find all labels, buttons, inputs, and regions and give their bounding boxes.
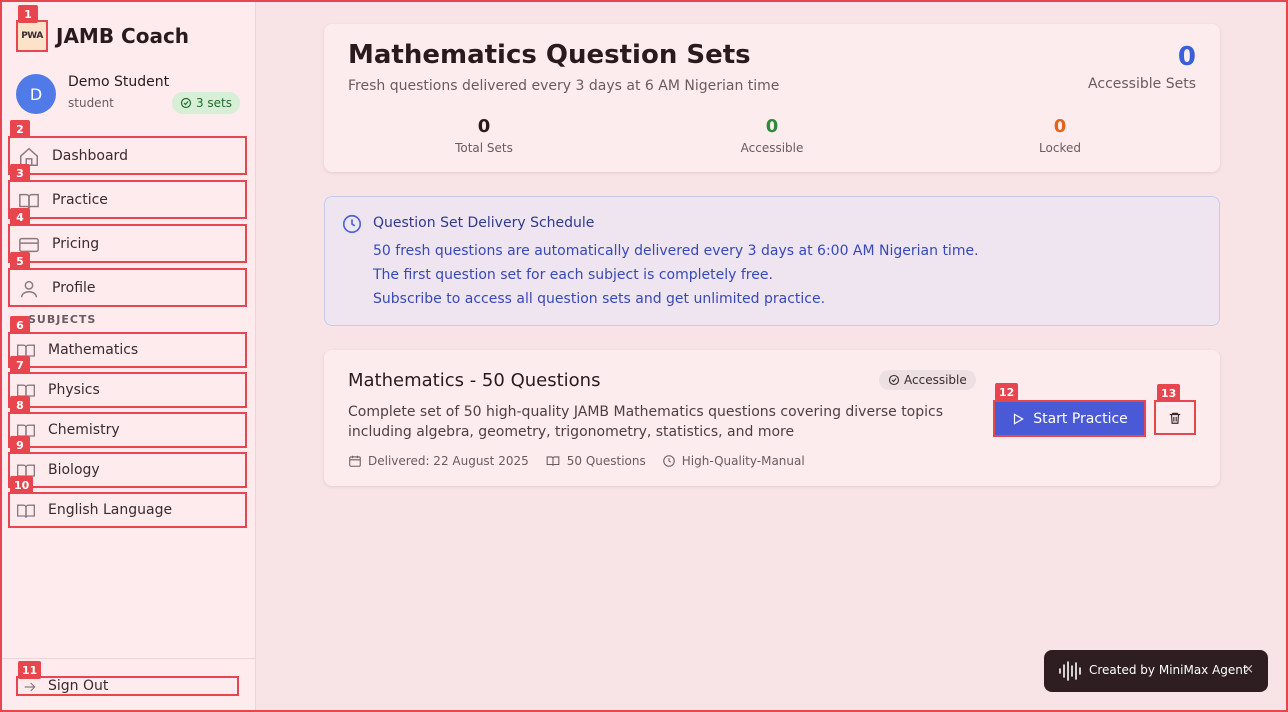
clock-icon [342,214,362,234]
calendar-icon [349,455,361,467]
info-line: Subscribe to access all question sets an… [373,291,826,307]
element-marker: 2 [10,120,30,138]
element-marker: 6 [10,316,30,334]
brand-logo-text: PWA [21,31,43,41]
delivered-date: Delivered: 22 August 2025 [348,454,529,468]
quality-tag-label: High-Quality-Manual [681,454,805,468]
page-title: Mathematics Question Sets [348,40,751,70]
avatar: D [16,74,56,114]
element-marker: 9 [10,436,30,454]
question-set-description: Complete set of 50 high-quality JAMB Mat… [348,404,944,440]
sidebar-item-label: Pricing [52,235,100,252]
subject-item-physics[interactable]: Physics [8,372,247,408]
accessible-badge-label: Accessible [904,373,967,387]
question-count: 50 Questions [545,454,646,468]
start-practice-button[interactable]: Start Practice [993,400,1146,437]
start-practice-label: Start Practice [1033,410,1128,427]
close-icon[interactable]: × [1243,662,1254,677]
question-count-label: 50 Questions [566,454,646,468]
book-icon [546,456,560,466]
sidebar-item-dashboard[interactable]: Dashboard [8,136,247,175]
subject-item-label: Biology [48,462,100,478]
check-circle-icon [888,374,900,386]
play-icon [1014,412,1025,425]
sidebar-divider [0,658,255,659]
brand-logo: PWA [16,20,48,52]
subject-item-label: Physics [48,382,100,398]
user-name: Demo Student [68,74,170,90]
element-marker: 8 [10,396,30,414]
subject-item-label: Chemistry [48,422,120,438]
trash-icon [1169,412,1181,424]
question-set-meta: Delivered: 22 August 2025 50 Questions H… [348,454,805,468]
accessible-sets-count: 0 [1177,42,1196,72]
stat-value: 0 [1053,116,1067,137]
sidebar-item-label: Practice [52,191,108,208]
question-set-title: Mathematics - 50 Questions [348,370,601,391]
user-role: student [68,96,114,110]
minimax-toast: Created by MiniMax Agent × [1044,650,1268,692]
quality-tag: High-Quality-Manual [662,454,805,468]
info-line: The first question set for each subject … [373,267,773,283]
subject-item-biology[interactable]: Biology [8,452,247,488]
subject-item-english-language[interactable]: English Language [8,492,247,528]
stat-value: 0 [477,116,491,137]
delete-button[interactable] [1154,400,1196,435]
subject-item-chemistry[interactable]: Chemistry [8,412,247,448]
element-marker: 5 [10,252,30,270]
accessible-badge: Accessible [879,370,976,390]
arrow-right-icon [24,682,36,692]
sign-out-button[interactable]: Sign Out [16,676,239,696]
check-circle-icon [180,97,192,109]
subject-item-mathematics[interactable]: Mathematics [8,332,247,368]
element-marker: 10 [10,476,34,494]
accessible-sets-label: Accessible Sets [1088,76,1196,92]
book-icon [17,504,35,518]
info-title: Question Set Delivery Schedule [373,215,595,231]
stat-locked: 0 Locked [960,116,1160,155]
toast-text: Created by MiniMax Agent [1089,663,1248,677]
clock-icon [662,455,675,467]
sidebar-item-practice[interactable]: Practice [8,180,247,219]
delivered-date-label: Delivered: 22 August 2025 [368,454,529,468]
sets-badge-label: 3 sets [195,96,232,110]
element-marker: 11 [18,661,42,679]
user-icon [20,280,38,298]
element-marker: 1 [18,5,38,23]
brand[interactable]: PWA JAMB Coach [16,20,189,52]
stat-label: Total Sets [455,141,513,155]
sets-badge: 3 sets [171,92,240,114]
element-marker: 13 [1157,384,1181,402]
subjects-section-label: SUBJECTS [28,313,97,326]
info-line: 50 fresh questions are automatically del… [373,243,979,259]
stat-value: 0 [765,116,779,137]
sign-out-label: Sign Out [48,678,109,694]
subject-item-label: English Language [48,502,173,518]
stat-label: Locked [1039,141,1081,155]
stat-accessible: 0 Accessible [672,116,872,155]
sidebar: PWA JAMB Coach D Demo Student student 3 … [0,0,256,712]
user-profile-summary: D Demo Student student 3 sets [16,74,240,114]
element-marker: 4 [10,208,30,226]
page-subtitle: Fresh questions delivered every 3 days a… [348,78,780,94]
sidebar-item-pricing[interactable]: Pricing [8,224,247,263]
question-sets-header-card: Mathematics Question Sets Fresh question… [324,24,1220,172]
element-marker: 3 [10,164,30,182]
sidebar-item-label: Dashboard [52,147,128,164]
subject-item-label: Mathematics [48,342,139,358]
element-marker: 7 [10,356,30,374]
waveform-icon [1059,661,1081,681]
sidebar-item-label: Profile [52,279,96,296]
stat-total-sets: 0 Total Sets [384,116,584,155]
stat-label: Accessible [740,141,804,155]
brand-name: JAMB Coach [56,24,190,48]
element-marker: 12 [995,383,1019,401]
delivery-schedule-info: Question Set Delivery Schedule 50 fresh … [324,196,1220,326]
sidebar-item-profile[interactable]: Profile [8,268,247,307]
question-set-card: Mathematics - 50 Questions Accessible Co… [324,350,1220,486]
